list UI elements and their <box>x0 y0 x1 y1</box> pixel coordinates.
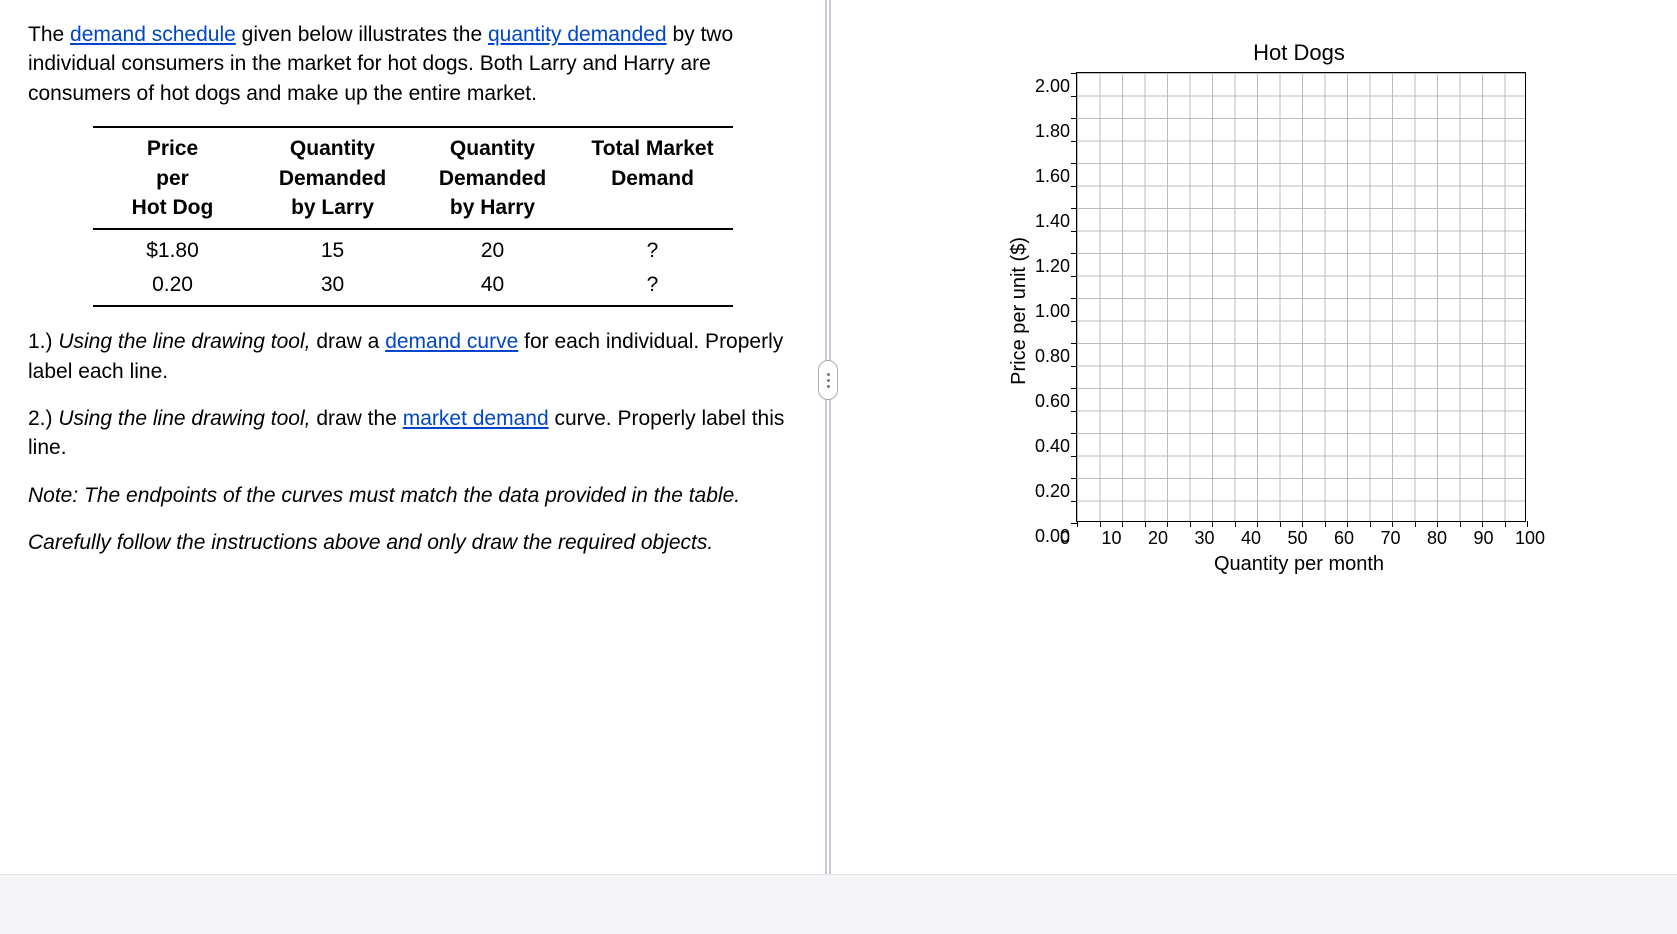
table-row: $1.80 15 20 ? <box>93 229 733 267</box>
question-2: 2.) Using the line drawing tool, draw th… <box>28 404 797 463</box>
col-larry-header: Quantity Demanded by Larry <box>253 127 413 229</box>
cell-price: 0.20 <box>93 268 253 306</box>
graph-panel: Hot Dogs Price per unit ($) 2.00 1.80 1.… <box>831 0 1677 934</box>
cell-total: ? <box>573 268 733 306</box>
careful-text: Carefully follow the instructions above … <box>28 528 797 557</box>
hdr: Hot Dog <box>132 196 214 219</box>
question-1: 1.) Using the line drawing tool, draw a … <box>28 327 797 386</box>
link-quantity-demanded[interactable]: quantity demanded <box>488 23 667 46</box>
intro-text-a: The <box>28 23 70 46</box>
x-axis-label: Quantity per month <box>1214 553 1384 576</box>
hdr: Total Market <box>591 137 713 160</box>
intro-text: The demand schedule given below illustra… <box>28 20 797 108</box>
hdr: Demanded <box>279 167 386 190</box>
question-panel: The demand schedule given below illustra… <box>0 0 825 934</box>
y-axis-label: Price per unit ($) <box>1008 237 1031 385</box>
drag-handle-icon[interactable] <box>818 360 838 400</box>
hdr: Demand <box>611 167 694 190</box>
chart: Hot Dogs Price per unit ($) 2.00 1.80 1.… <box>1008 40 1530 576</box>
note-text: Note: The endpoints of the curves must m… <box>28 481 797 510</box>
chart-title: Hot Dogs <box>1253 40 1345 66</box>
link-demand-schedule[interactable]: demand schedule <box>70 23 236 46</box>
x-axis-ticks: 0 10 20 30 40 50 60 70 80 90 100 <box>1065 528 1530 549</box>
bottom-toolbar <box>0 874 1677 934</box>
hdr: Quantity <box>450 137 535 160</box>
col-total-header: Total Market Demand <box>573 127 733 229</box>
col-price-header: Price per Hot Dog <box>93 127 253 229</box>
q2-tool: Using the line drawing tool, <box>58 407 310 430</box>
panel-divider[interactable] <box>825 0 831 934</box>
q1-b: draw a <box>311 330 386 353</box>
cell-price: $1.80 <box>93 229 253 267</box>
chart-grid[interactable] <box>1076 72 1526 522</box>
q2-b: draw the <box>311 407 403 430</box>
col-harry-header: Quantity Demanded by Harry <box>413 127 573 229</box>
q2-num: 2.) <box>28 407 58 430</box>
hdr: by Harry <box>450 196 535 219</box>
link-market-demand[interactable]: market demand <box>403 407 549 430</box>
q1-num: 1.) <box>28 330 58 353</box>
hdr: per <box>156 167 189 190</box>
hdr: Quantity <box>290 137 375 160</box>
cell-harry: 20 <box>413 229 573 267</box>
demand-schedule-table: Price per Hot Dog Quantity Demanded by L… <box>93 126 733 307</box>
table-row: 0.20 30 40 ? <box>93 268 733 306</box>
y-axis-ticks: 2.00 1.80 1.60 1.40 1.20 1.00 0.80 0.60 … <box>1035 86 1072 536</box>
q1-tool: Using the line drawing tool, <box>58 330 310 353</box>
cell-harry: 40 <box>413 268 573 306</box>
link-demand-curve[interactable]: demand curve <box>385 330 518 353</box>
hdr: Demanded <box>439 167 546 190</box>
intro-text-b: given below illustrates the <box>236 23 488 46</box>
cell-larry: 15 <box>253 229 413 267</box>
hdr: by Larry <box>291 196 374 219</box>
hdr: Price <box>147 137 198 160</box>
cell-larry: 30 <box>253 268 413 306</box>
cell-total: ? <box>573 229 733 267</box>
